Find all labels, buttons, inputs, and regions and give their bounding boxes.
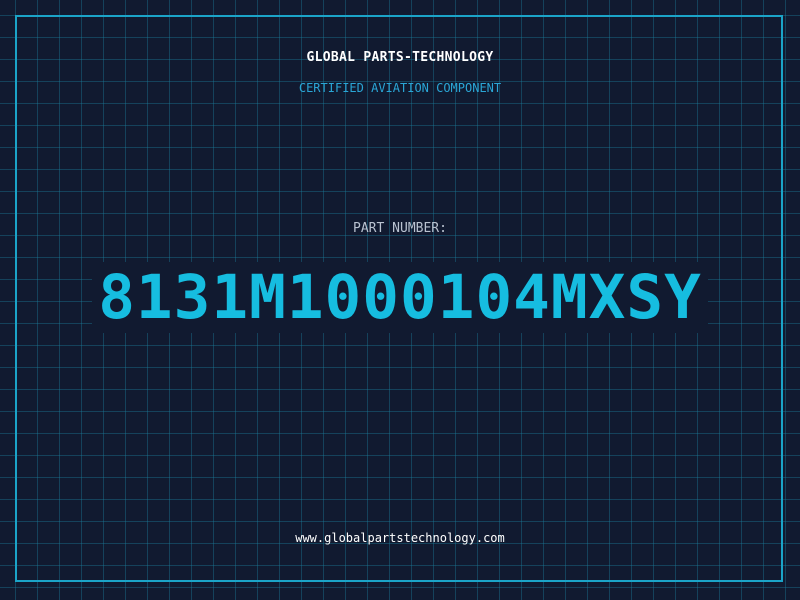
company-name: GLOBAL PARTS-TECHNOLOGY bbox=[306, 50, 494, 65]
part-number-label: PART NUMBER: bbox=[353, 221, 447, 236]
part-number-value: 8131M1000104MXSY bbox=[92, 262, 708, 333]
part-card: GLOBAL PARTS-TECHNOLOGY CERTIFIED AVIATI… bbox=[0, 0, 800, 600]
website-url: www.globalpartstechnology.com bbox=[295, 531, 505, 545]
part-number-display: 8131M1000104MXSY bbox=[0, 256, 800, 340]
certification-tagline: CERTIFIED AVIATION COMPONENT bbox=[298, 81, 502, 95]
